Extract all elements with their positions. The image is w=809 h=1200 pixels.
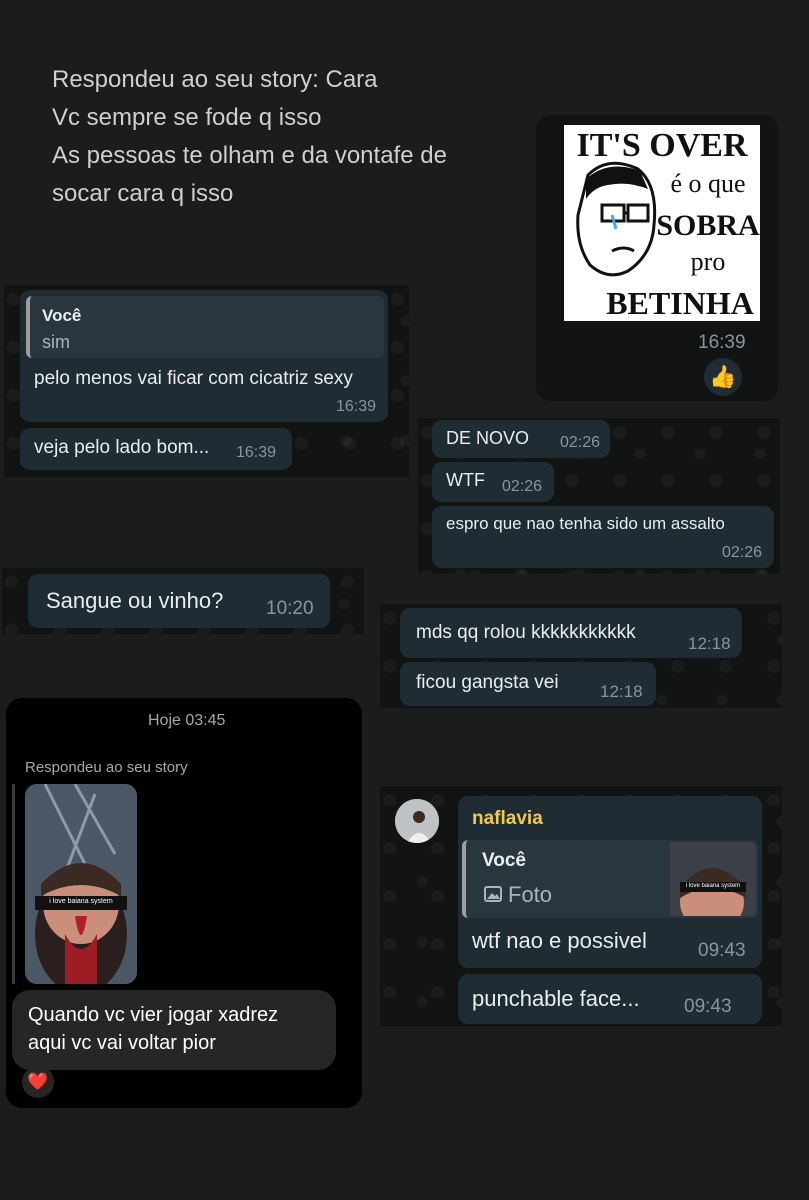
story-reply-line: As pessoas te olham e da vontafe de [52,142,447,169]
message-date: Hoje 03:45 [148,712,226,729]
message-time: 02:26 [502,478,543,495]
message-time: 16:39 [236,444,277,461]
sticker-text: SOBRA [656,209,760,242]
message-text: WTF [446,470,485,490]
message-text: mds qq rolou kkkkkkkkkkk [416,622,636,643]
sticker-image[interactable]: IT'S OVER é o que SOBRA pro BETINHA [564,125,760,321]
message-time: 10:20 [266,598,314,619]
message-text: espro que nao tenha sido um assalto [446,514,725,533]
message-text: DE NOVO [446,428,530,448]
message-time: 02:26 [560,434,601,451]
quoted-photo [670,842,756,916]
avatar-photo [395,799,439,843]
message-time: 02:26 [722,544,763,561]
message-time: 12:18 [600,682,643,701]
quote-author: Você [482,850,527,871]
wojak-face-icon [576,161,657,277]
message-bubble[interactable]: ficou gangsta vei 12:18 [400,662,656,706]
message-text: pelo menos vai ficar com cicatriz sexy [34,368,353,389]
message-bubble[interactable]: WTF 02:26 [432,462,554,502]
message-time: 12:18 [688,634,731,653]
message-text: aqui vc vai voltar pior [28,1032,216,1054]
message-bubble[interactable]: Você sim pelo menos vai ficar com cicatr… [20,290,388,422]
story-caption: i love baiana system [49,898,113,905]
message-bubble[interactable]: punchable face... 09:43 [458,974,762,1024]
quoted-message[interactable]: Você sim [26,296,384,358]
reaction-badge[interactable]: 👍 [704,358,742,396]
sticker-text: IT'S OVER [576,127,748,164]
quoted-photo-thumbnail[interactable]: i love baiana system [670,842,756,916]
quote-text: sim [42,332,70,352]
message-time: 16:39 [336,398,377,415]
message-time: 09:43 [684,996,732,1017]
story-reply-line: Respondeu ao seu story: Cara [52,66,378,93]
message-time: 09:43 [698,940,746,961]
quote-text: Foto [508,882,553,907]
message-text: punchable face... [472,986,640,1011]
sticker-text: é o que [670,169,746,198]
message-bubble[interactable]: Sangue ou vinho? 10:20 [28,574,330,628]
heart-reaction-icon[interactable]: ❤️ [22,1066,54,1098]
avatar[interactable] [395,799,439,843]
story-reply-label: Respondeu ao seu story [25,759,188,776]
message-bubble[interactable]: DE NOVO 02:26 [432,420,610,458]
story-thumbnail[interactable]: i love baiana system [25,784,137,984]
story-reply-line: Vc sempre se fode q isso [52,104,322,131]
message-bubble[interactable]: veja pelo lado bom... 16:39 [20,428,292,470]
message-text: ficou gangsta vei [416,672,559,693]
story-reply-line: socar cara q isso [52,180,234,207]
message-bubble[interactable]: mds qq rolou kkkkkkkkkkk 12:18 [400,608,742,658]
sticker-text: BETINHA [606,285,754,321]
sender-name: naflavia [472,808,543,829]
story-reply-bar [12,784,15,984]
message-bubble[interactable]: espro que nao tenha sido um assalto 02:2… [432,506,774,568]
quote-author: Você [42,306,82,325]
photo-caption: i love baiana system [685,883,741,889]
message-text: wtf nao e possivel [472,928,647,953]
message-text: Sangue ou vinho? [46,588,224,613]
message-text: veja pelo lado bom... [34,437,210,458]
message-time: 16:39 [698,332,746,353]
story-photo [25,784,137,984]
image-icon [484,886,502,902]
sticker-text: pro [690,247,726,276]
message-bubble[interactable]: Quando vc vier jogar xadrez aqui vc vai … [12,990,336,1070]
message-text: Quando vc vier jogar xadrez [28,1004,279,1026]
